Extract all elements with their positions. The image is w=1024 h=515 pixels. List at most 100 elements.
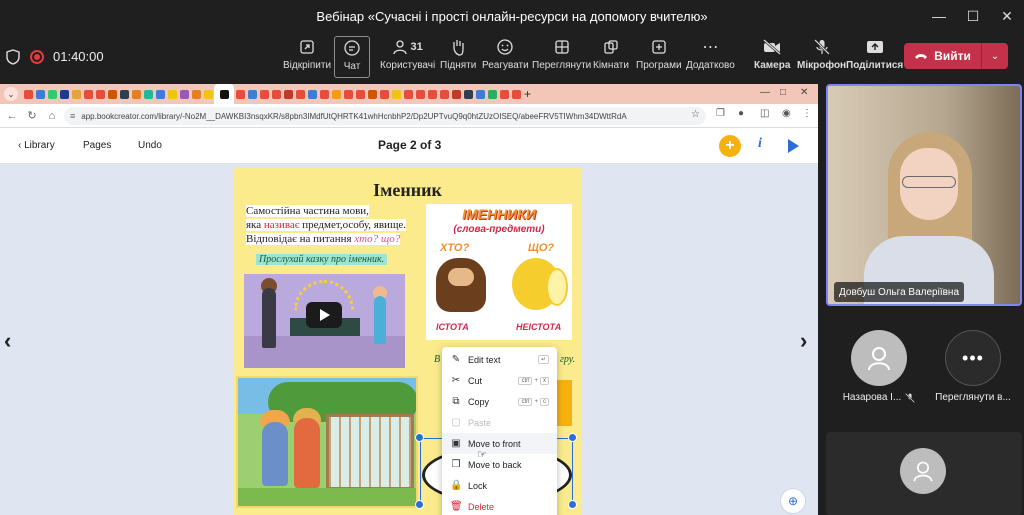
browser-tab[interactable] <box>414 84 426 104</box>
browser-tab[interactable] <box>318 84 330 104</box>
browser-tab[interactable] <box>58 84 70 104</box>
view-button[interactable]: Переглянути <box>532 36 591 78</box>
extensions-icon[interactable]: ❐ <box>716 108 725 119</box>
profile-avatar-icon[interactable]: ◉ <box>782 108 791 119</box>
active-speaker-video[interactable]: Довбуш Ольга Валеріївна <box>826 84 1022 306</box>
browser-tab[interactable] <box>118 84 130 104</box>
browser-tab[interactable] <box>366 84 378 104</box>
browser-tab[interactable] <box>354 84 366 104</box>
apps-button[interactable]: Програми <box>636 36 682 78</box>
rooms-button[interactable]: Кімнати <box>593 36 629 78</box>
resize-handle[interactable] <box>568 433 577 442</box>
people-button[interactable]: 31 Користувачі <box>380 36 435 78</box>
browser-tab[interactable] <box>246 84 258 104</box>
menu-item-edit-text[interactable]: ✎ Edit text ↵ <box>442 349 557 370</box>
menu-item-delete[interactable]: 🗑 Delete <box>442 496 557 515</box>
browser-tab[interactable] <box>462 84 474 104</box>
participant-tile[interactable] <box>826 432 1022 515</box>
browser-tab[interactable] <box>294 84 306 104</box>
library-link[interactable]: ‹ Library <box>18 140 55 151</box>
site-info-icon[interactable]: ≡ <box>70 111 75 121</box>
browser-tab[interactable] <box>34 84 46 104</box>
browser-tab[interactable] <box>330 84 342 104</box>
browser-tab[interactable] <box>94 84 106 104</box>
browser-tab[interactable] <box>154 84 166 104</box>
browser-tab[interactable] <box>190 84 202 104</box>
minimize-button[interactable]: — <box>922 0 956 32</box>
close-button[interactable]: ✕ <box>990 0 1024 32</box>
prev-page-icon[interactable]: ‹ <box>4 328 11 354</box>
browser-tab[interactable] <box>214 84 234 104</box>
menu-item-move-to-front[interactable]: ▣ Move to front <box>442 433 557 454</box>
browser-menu-icon[interactable]: ⋮ <box>802 108 812 119</box>
browser-tab[interactable] <box>426 84 438 104</box>
browser-tab[interactable] <box>106 84 118 104</box>
resize-handle[interactable] <box>415 500 424 509</box>
raise-hand-button[interactable]: Підняти <box>440 36 476 78</box>
undock-button[interactable]: Відкріпити <box>283 36 331 78</box>
browser-tab[interactable] <box>474 84 486 104</box>
browser-tab[interactable] <box>202 84 214 104</box>
play-book-icon[interactable] <box>788 139 799 153</box>
chat-button[interactable]: Чат <box>334 36 370 78</box>
leave-button[interactable]: Вийти <box>904 43 982 69</box>
listen-caption[interactable]: Прослухай казку про іменник. <box>256 254 388 265</box>
video-thumbnail[interactable] <box>244 274 405 368</box>
menu-item-copy[interactable]: ⧉ Copy ctrl + c <box>442 391 557 412</box>
garden-illustration[interactable] <box>236 376 418 508</box>
camera-button[interactable]: Камера <box>754 36 790 78</box>
browser-tab[interactable] <box>142 84 154 104</box>
browser-close-button[interactable]: ✕ <box>800 87 808 98</box>
pages-button[interactable]: Pages <box>83 140 111 151</box>
menu-item-move-to-back[interactable]: ❒ Move to back <box>442 454 557 475</box>
leave-options-chevron-icon[interactable]: ⌄ <box>982 51 1008 62</box>
browser-tab[interactable] <box>270 84 282 104</box>
video-play-icon[interactable] <box>306 302 342 328</box>
browser-tab[interactable] <box>390 84 402 104</box>
profile-icon[interactable]: ● <box>738 108 744 119</box>
browser-tab[interactable] <box>258 84 270 104</box>
browser-tab[interactable] <box>306 84 318 104</box>
participant-tile[interactable]: Назарова І... <box>830 316 928 412</box>
browser-tab[interactable] <box>234 84 246 104</box>
browser-tab[interactable] <box>378 84 390 104</box>
home-icon[interactable]: ⌂ <box>44 110 60 122</box>
browser-tab[interactable] <box>70 84 82 104</box>
new-tab-button[interactable]: + <box>524 87 531 101</box>
react-button[interactable]: Реагувати <box>482 36 529 78</box>
menu-item-cut[interactable]: ✂ Cut ctrl + x <box>442 370 557 391</box>
side-panel-icon[interactable]: ◫ <box>760 108 769 119</box>
browser-tab[interactable] <box>82 84 94 104</box>
next-page-icon[interactable]: › <box>800 328 807 354</box>
browser-tab[interactable] <box>22 84 34 104</box>
browser-tab[interactable] <box>498 84 510 104</box>
undo-button[interactable]: Undo <box>138 140 162 151</box>
add-content-button[interactable]: + <box>719 135 741 157</box>
info-icon[interactable]: i <box>758 136 762 152</box>
browser-tab[interactable] <box>510 84 522 104</box>
menu-item-lock[interactable]: 🔒 Lock <box>442 475 557 496</box>
browser-tab[interactable] <box>46 84 58 104</box>
browser-tab[interactable] <box>402 84 414 104</box>
view-all-tile[interactable]: ••• Переглянути в... <box>924 316 1022 412</box>
resize-handle[interactable] <box>568 500 577 509</box>
browser-tab[interactable] <box>438 84 450 104</box>
browser-tab[interactable] <box>450 84 462 104</box>
browser-tab[interactable] <box>486 84 498 104</box>
back-icon[interactable]: ← <box>4 110 20 122</box>
browser-minimize-button[interactable]: — <box>760 87 770 98</box>
url-field[interactable]: ≡ app.bookcreator.com/library/-No2M__DAW… <box>64 107 706 125</box>
reload-icon[interactable]: ↻ <box>24 109 40 122</box>
browser-tab[interactable] <box>282 84 294 104</box>
resize-handle[interactable] <box>415 433 424 442</box>
bookmark-star-icon[interactable]: ☆ <box>691 109 700 120</box>
browser-tab[interactable] <box>178 84 190 104</box>
menu-item-paste[interactable]: ▢ Paste <box>442 412 557 433</box>
more-button[interactable]: ⋯ Додатково <box>686 36 735 78</box>
browser-tab[interactable] <box>166 84 178 104</box>
browser-maximize-button[interactable]: □ <box>780 87 786 98</box>
definition-text[interactable]: Самостійна частина мови, яка називає пре… <box>246 204 426 246</box>
share-button[interactable]: Поділитися <box>846 36 903 78</box>
mic-button[interactable]: Мікрофон <box>797 36 846 78</box>
maximize-button[interactable]: ☐ <box>956 0 990 32</box>
